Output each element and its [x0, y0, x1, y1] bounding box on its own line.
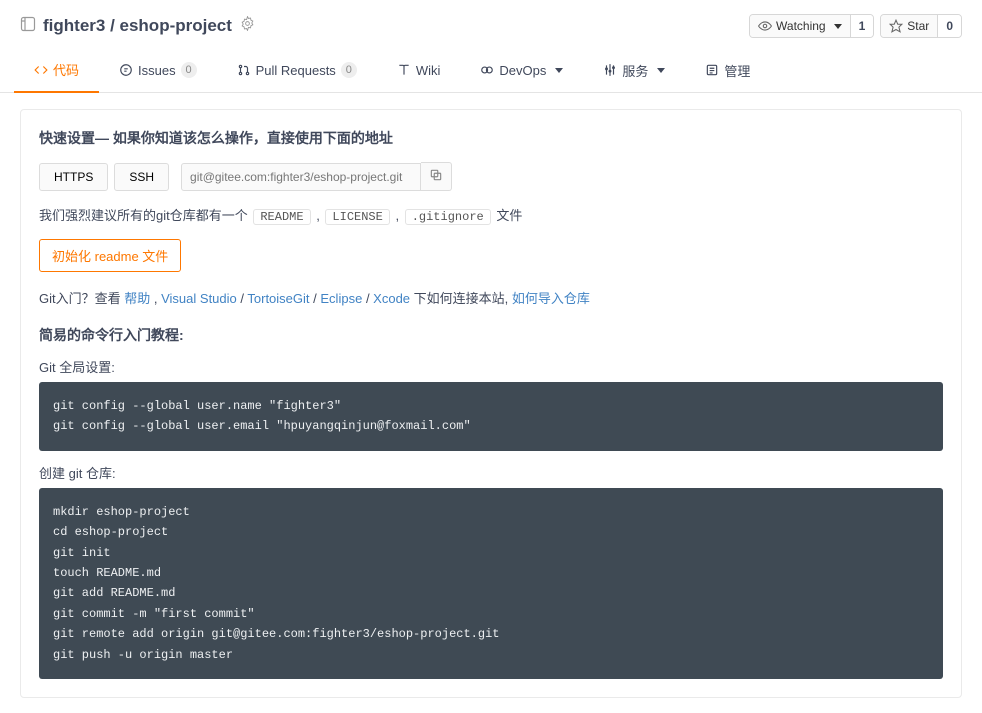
repo-title: fighter3 / eshop-project [20, 16, 255, 37]
readme-tag: README [253, 209, 310, 225]
wiki-icon [397, 63, 411, 77]
chevron-down-icon [657, 68, 665, 73]
tab-pulls[interactable]: Pull Requests 0 [217, 48, 377, 92]
watch-button[interactable]: Watching [750, 15, 850, 37]
issues-icon [119, 63, 133, 77]
global-settings-label: Git 全局设置: [39, 357, 943, 376]
tab-code[interactable]: 代码 [14, 48, 99, 93]
git-intro-prefix: Git入门？查看 [39, 291, 124, 306]
star-button[interactable]: Star [881, 15, 937, 37]
create-repo-code[interactable]: mkdir eshop-project cd eshop-project git… [39, 488, 943, 679]
repo-name[interactable]: eshop-project [120, 16, 232, 36]
create-repo-label: 创建 git 仓库: [39, 463, 943, 482]
clone-url-input[interactable] [181, 163, 421, 191]
eye-icon [758, 19, 772, 33]
tab-wiki-label: Wiki [416, 63, 441, 78]
tab-wiki[interactable]: Wiki [377, 48, 461, 92]
services-icon [603, 63, 617, 77]
tortoisegit-link[interactable]: TortoiseGit [247, 291, 309, 306]
help-link[interactable]: 帮助 [124, 291, 150, 306]
star-label: Star [907, 19, 929, 33]
tab-devops-label: DevOps [499, 63, 546, 78]
tab-pulls-label: Pull Requests [256, 63, 336, 78]
import-link[interactable]: 如何导入仓库 [512, 291, 590, 306]
copy-button[interactable] [421, 162, 452, 191]
tabs-bar: 代码 Issues 0 Pull Requests 0 Wiki DevOps … [0, 48, 982, 93]
license-tag: LICENSE [325, 209, 389, 225]
recommend-line: 我们强烈建议所有的git仓库都有一个 README , LICENSE , .g… [39, 205, 943, 225]
star-count[interactable]: 0 [937, 15, 961, 37]
https-button[interactable]: HTTPS [39, 163, 108, 191]
copy-icon [429, 168, 443, 182]
repo-separator: / [105, 16, 119, 36]
issues-badge: 0 [181, 62, 197, 78]
comma2: , [395, 208, 402, 223]
init-readme-button[interactable]: 初始化 readme 文件 [39, 239, 181, 272]
repo-icon [20, 16, 36, 37]
gear-icon[interactable] [240, 16, 255, 36]
setup-title: 快速设置— 如果你知道该怎么操作，直接使用下面的地址 [39, 128, 943, 148]
global-settings-code[interactable]: git config --global user.name "fighter3"… [39, 382, 943, 451]
tab-manage-label: 管理 [724, 61, 750, 80]
header-actions: Watching 1 Star 0 [749, 14, 962, 38]
star-icon [889, 19, 903, 33]
pulls-badge: 0 [341, 62, 357, 78]
pull-request-icon [237, 63, 251, 77]
git-intro-line: Git入门？查看 帮助 , Visual Studio / TortoiseGi… [39, 288, 943, 307]
tab-services-label: 服务 [622, 61, 648, 80]
code-icon [34, 63, 48, 77]
setup-box: 快速设置— 如果你知道该怎么操作，直接使用下面的地址 HTTPS SSH 我们强… [20, 109, 962, 698]
eclipse-link[interactable]: Eclipse [320, 291, 362, 306]
devops-icon [480, 63, 494, 77]
clone-row: HTTPS SSH [39, 162, 943, 191]
tab-code-label: 代码 [53, 60, 79, 79]
git-intro-middle: 下如何连接本站, [414, 291, 512, 306]
repo-owner[interactable]: fighter3 [43, 16, 105, 36]
tab-manage[interactable]: 管理 [685, 48, 770, 92]
chevron-down-icon [555, 68, 563, 73]
xcode-link[interactable]: Xcode [373, 291, 410, 306]
gitignore-tag: .gitignore [405, 209, 491, 225]
tab-issues-label: Issues [138, 63, 176, 78]
visualstudio-link[interactable]: Visual Studio [161, 291, 237, 306]
chevron-down-icon [834, 24, 842, 29]
cli-section-title: 简易的命令行入门教程: [39, 325, 943, 345]
manage-icon [705, 63, 719, 77]
recommend-suffix: 文件 [496, 208, 522, 223]
comma1: , [316, 208, 323, 223]
watch-group: Watching 1 [749, 14, 874, 38]
watch-label: Watching [776, 19, 826, 33]
star-group: Star 0 [880, 14, 962, 38]
tab-services[interactable]: 服务 [583, 48, 685, 92]
tab-devops[interactable]: DevOps [460, 48, 583, 92]
tab-issues[interactable]: Issues 0 [99, 48, 217, 92]
watch-count[interactable]: 1 [850, 15, 874, 37]
recommend-prefix: 我们强烈建议所有的git仓库都有一个 [39, 208, 251, 223]
ssh-button[interactable]: SSH [114, 163, 169, 191]
